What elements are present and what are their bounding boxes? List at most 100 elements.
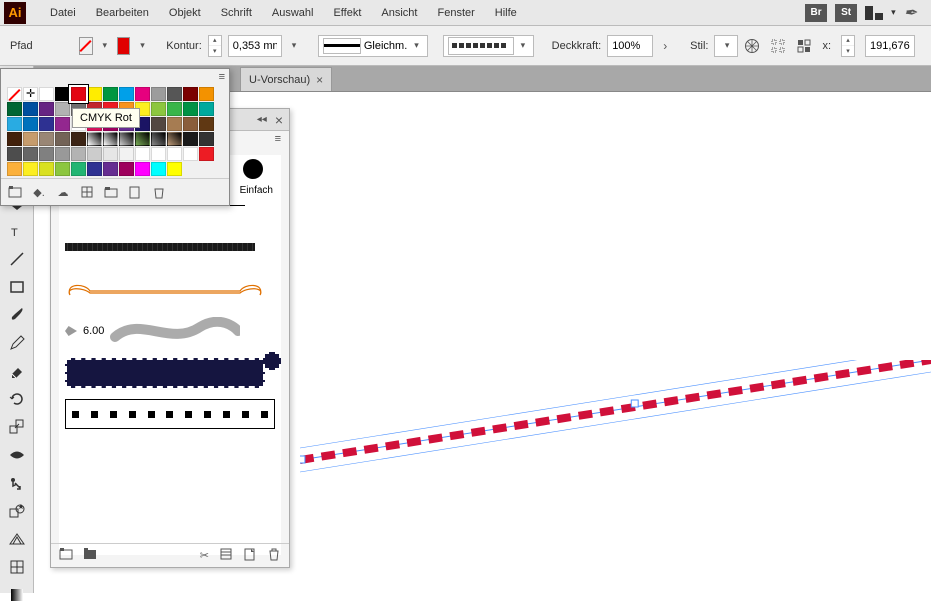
swatch-cell[interactable] [135, 162, 150, 176]
swatch-cell[interactable] [183, 147, 198, 161]
swatch-cell[interactable] [167, 87, 182, 101]
swatch-cell[interactable] [183, 117, 198, 131]
remove-stroke-icon[interactable]: ✂ [200, 549, 209, 562]
swatch-cell[interactable] [87, 147, 102, 161]
width-tool[interactable] [6, 446, 28, 464]
swatch-cell[interactable] [23, 87, 38, 101]
swatch-cell[interactable] [199, 132, 214, 146]
swatch-cell[interactable] [151, 147, 166, 161]
swatch-cell[interactable] [167, 117, 182, 131]
mesh-tool[interactable] [6, 558, 28, 576]
new-color-group-icon[interactable] [79, 184, 95, 200]
delete-brush-icon[interactable] [267, 547, 281, 564]
swatch-cell[interactable] [167, 102, 182, 116]
new-swatch-icon[interactable] [127, 184, 143, 200]
panel-collapse-icon[interactable]: ◂◂ [257, 114, 267, 125]
menu-objekt[interactable]: Objekt [159, 3, 211, 23]
rotate-tool[interactable] [6, 390, 28, 408]
swatch-cell[interactable] [39, 147, 54, 161]
swatch-cell[interactable] [71, 87, 86, 101]
swatch-options-icon[interactable]: ☁ [55, 184, 71, 200]
swatch-cell[interactable] [55, 117, 70, 131]
swatch-cell[interactable] [167, 162, 182, 176]
swatch-cell[interactable] [7, 162, 22, 176]
menu-schrift[interactable]: Schrift [211, 3, 262, 23]
brush-calligraphic[interactable]: 6.00 [65, 315, 275, 347]
gradient-tool[interactable] [6, 586, 28, 604]
swatch-cell[interactable] [23, 117, 38, 131]
perspective-grid-tool[interactable] [6, 530, 28, 548]
swatch-cell[interactable] [183, 132, 198, 146]
free-transform-tool[interactable] [6, 474, 28, 492]
swatch-cell[interactable] [119, 162, 134, 176]
swatch-cell[interactable] [23, 147, 38, 161]
pencil-tool[interactable] [6, 334, 28, 352]
swatches-menu-icon[interactable]: ≡ [219, 71, 225, 81]
swatch-cell[interactable] [23, 102, 38, 116]
swatch-cell[interactable] [39, 102, 54, 116]
swatch-cell[interactable] [7, 87, 22, 101]
stock-badge[interactable]: St [835, 4, 857, 22]
brush-definition-select[interactable]: ▾ [443, 35, 535, 57]
swatch-cell[interactable] [199, 102, 214, 116]
swatch-cell[interactable] [71, 147, 86, 161]
swatch-cell[interactable] [55, 132, 70, 146]
swatch-cell[interactable] [103, 162, 118, 176]
swatch-cell[interactable] [55, 162, 70, 176]
swatch-cell[interactable] [151, 117, 166, 131]
swatch-cell[interactable] [23, 132, 38, 146]
swatch-cell[interactable] [71, 162, 86, 176]
menu-fenster[interactable]: Fenster [427, 3, 484, 23]
fill-dropdown-chevron[interactable]: ▾ [99, 40, 112, 51]
brush-ribbon[interactable] [65, 273, 275, 305]
brush-pattern-border[interactable] [65, 357, 275, 389]
menu-ansicht[interactable]: Ansicht [371, 3, 427, 23]
swatch-cell[interactable] [87, 87, 102, 101]
swatch-cell[interactable] [7, 102, 22, 116]
swatch-cell[interactable] [39, 162, 54, 176]
workspace-switcher-icon[interactable] [865, 6, 883, 20]
swatch-cell[interactable] [7, 147, 22, 161]
swatch-cell[interactable] [39, 132, 54, 146]
swatch-cell[interactable] [135, 132, 150, 146]
new-brush-icon[interactable] [243, 547, 257, 564]
search-help-icon[interactable]: ✒ [904, 3, 917, 23]
swatch-cell[interactable] [87, 132, 102, 146]
opacity-input[interactable] [607, 35, 653, 57]
opacity-chevron[interactable]: › [659, 39, 671, 53]
stroke-swatch[interactable] [117, 37, 130, 55]
swatch-cell[interactable] [119, 147, 134, 161]
document-tab[interactable]: U-Vorschau) × [240, 67, 332, 91]
transform-icon[interactable] [796, 38, 812, 54]
close-panel-icon[interactable]: × [275, 112, 283, 128]
swatch-cell[interactable] [183, 102, 198, 116]
new-swatch-folder-icon[interactable] [103, 184, 119, 200]
libraries-menu-icon[interactable] [83, 547, 97, 564]
type-tool[interactable]: T [6, 222, 28, 240]
show-swatch-kinds-icon[interactable]: ◆. [31, 184, 47, 200]
swatch-cell[interactable] [183, 87, 198, 101]
swatch-cell[interactable] [135, 87, 150, 101]
swatch-cell[interactable] [151, 102, 166, 116]
swatch-cell[interactable] [103, 132, 118, 146]
brush-libraries-icon[interactable] [59, 547, 73, 564]
brush-round-preview[interactable] [243, 159, 263, 179]
swatch-libraries-icon[interactable] [7, 184, 23, 200]
stroke-weight-input[interactable] [228, 35, 282, 57]
menu-bearbeiten[interactable]: Bearbeiten [86, 3, 159, 23]
swatch-cell[interactable] [55, 147, 70, 161]
swatch-cell[interactable] [7, 117, 22, 131]
swatch-cell[interactable] [103, 87, 118, 101]
brush-options-icon[interactable] [219, 547, 233, 564]
chevron-down-icon[interactable]: ▾ [891, 7, 896, 18]
swatch-cell[interactable] [151, 162, 166, 176]
swatch-cell[interactable] [119, 87, 134, 101]
style-select[interactable]: ▾ [714, 35, 738, 57]
close-tab-icon[interactable]: × [316, 73, 323, 87]
swatch-cell[interactable] [151, 87, 166, 101]
bridge-badge[interactable]: Br [805, 4, 827, 22]
fill-swatch[interactable] [79, 37, 92, 55]
menu-datei[interactable]: Datei [40, 3, 86, 23]
swatch-cell[interactable] [135, 147, 150, 161]
swatch-cell[interactable] [199, 117, 214, 131]
